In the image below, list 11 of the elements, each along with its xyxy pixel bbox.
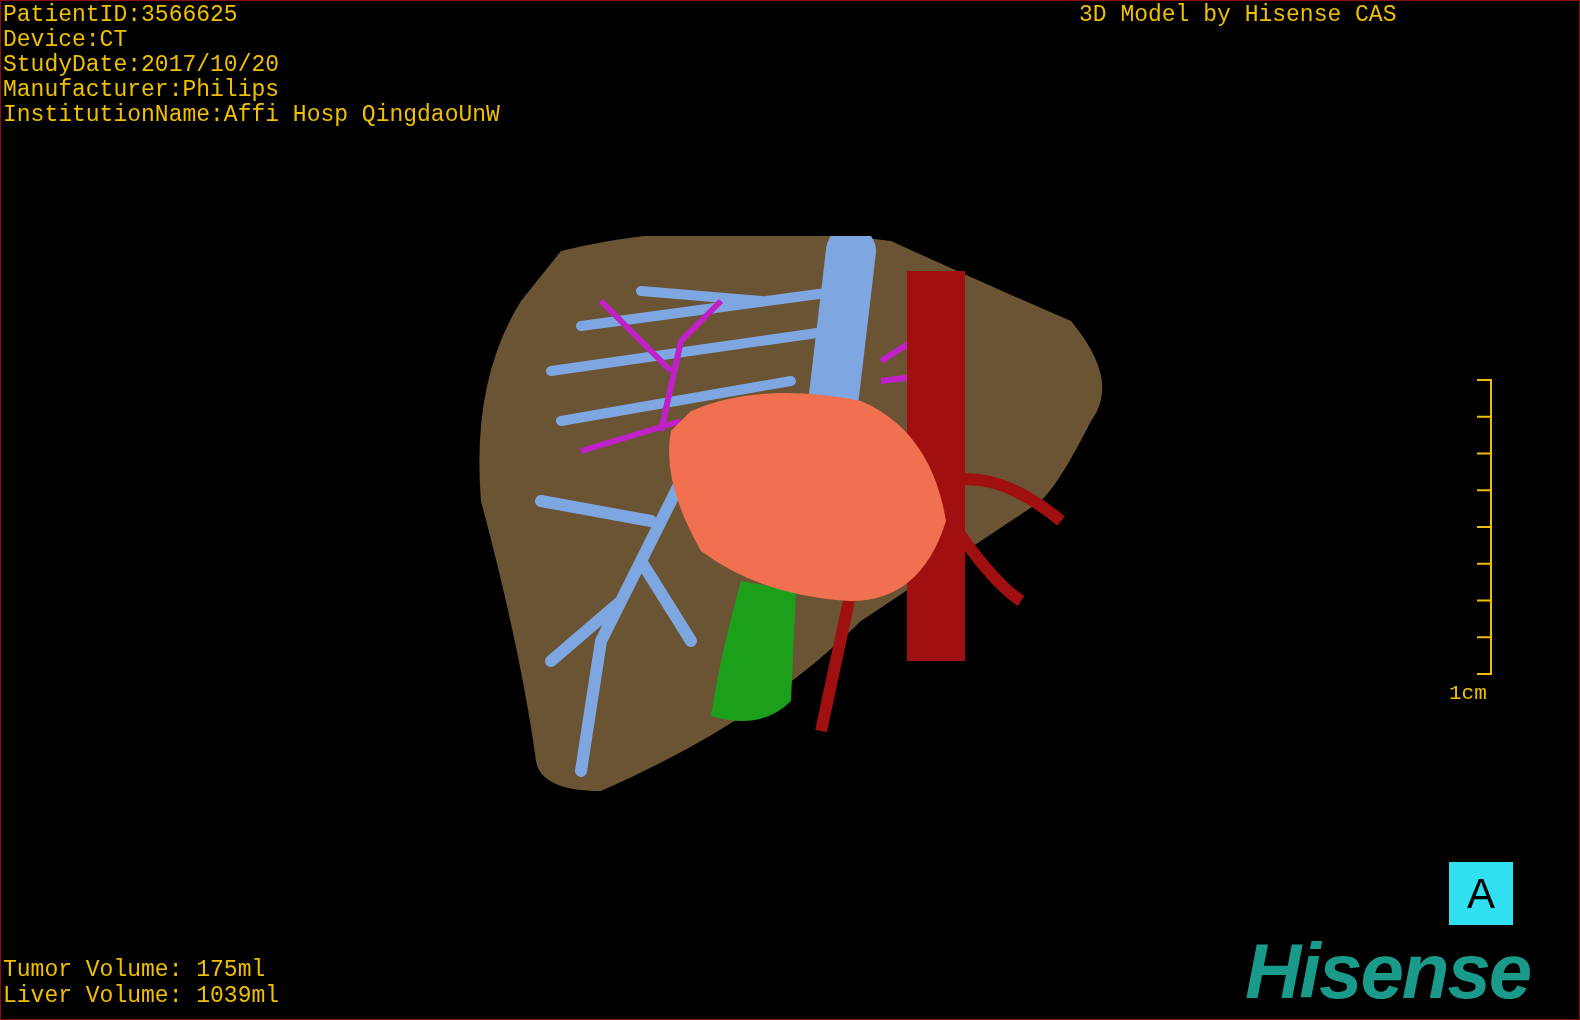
study-info-text: StudyDate:2017/10/20	[3, 53, 281, 78]
scale-label: 1cm	[1449, 681, 1487, 707]
model-credit: 3D Model by Hisense CAS	[1079, 3, 1397, 28]
orientation-marker: A	[1449, 862, 1513, 925]
volume-text: Liver Volume: 1039ml	[3, 983, 280, 1009]
study-info-text: Manufacturer:Philips	[3, 78, 281, 103]
study-info-text: PatientID:3566625	[3, 3, 239, 28]
study-info-text: Device:CT	[3, 28, 129, 53]
study-info-text: InstitutionName:Affi Hosp QingdaoUnW	[3, 103, 500, 128]
volume-text: Tumor Volume: 175ml	[3, 957, 267, 983]
logo: Hisense	[1245, 931, 1531, 1011]
